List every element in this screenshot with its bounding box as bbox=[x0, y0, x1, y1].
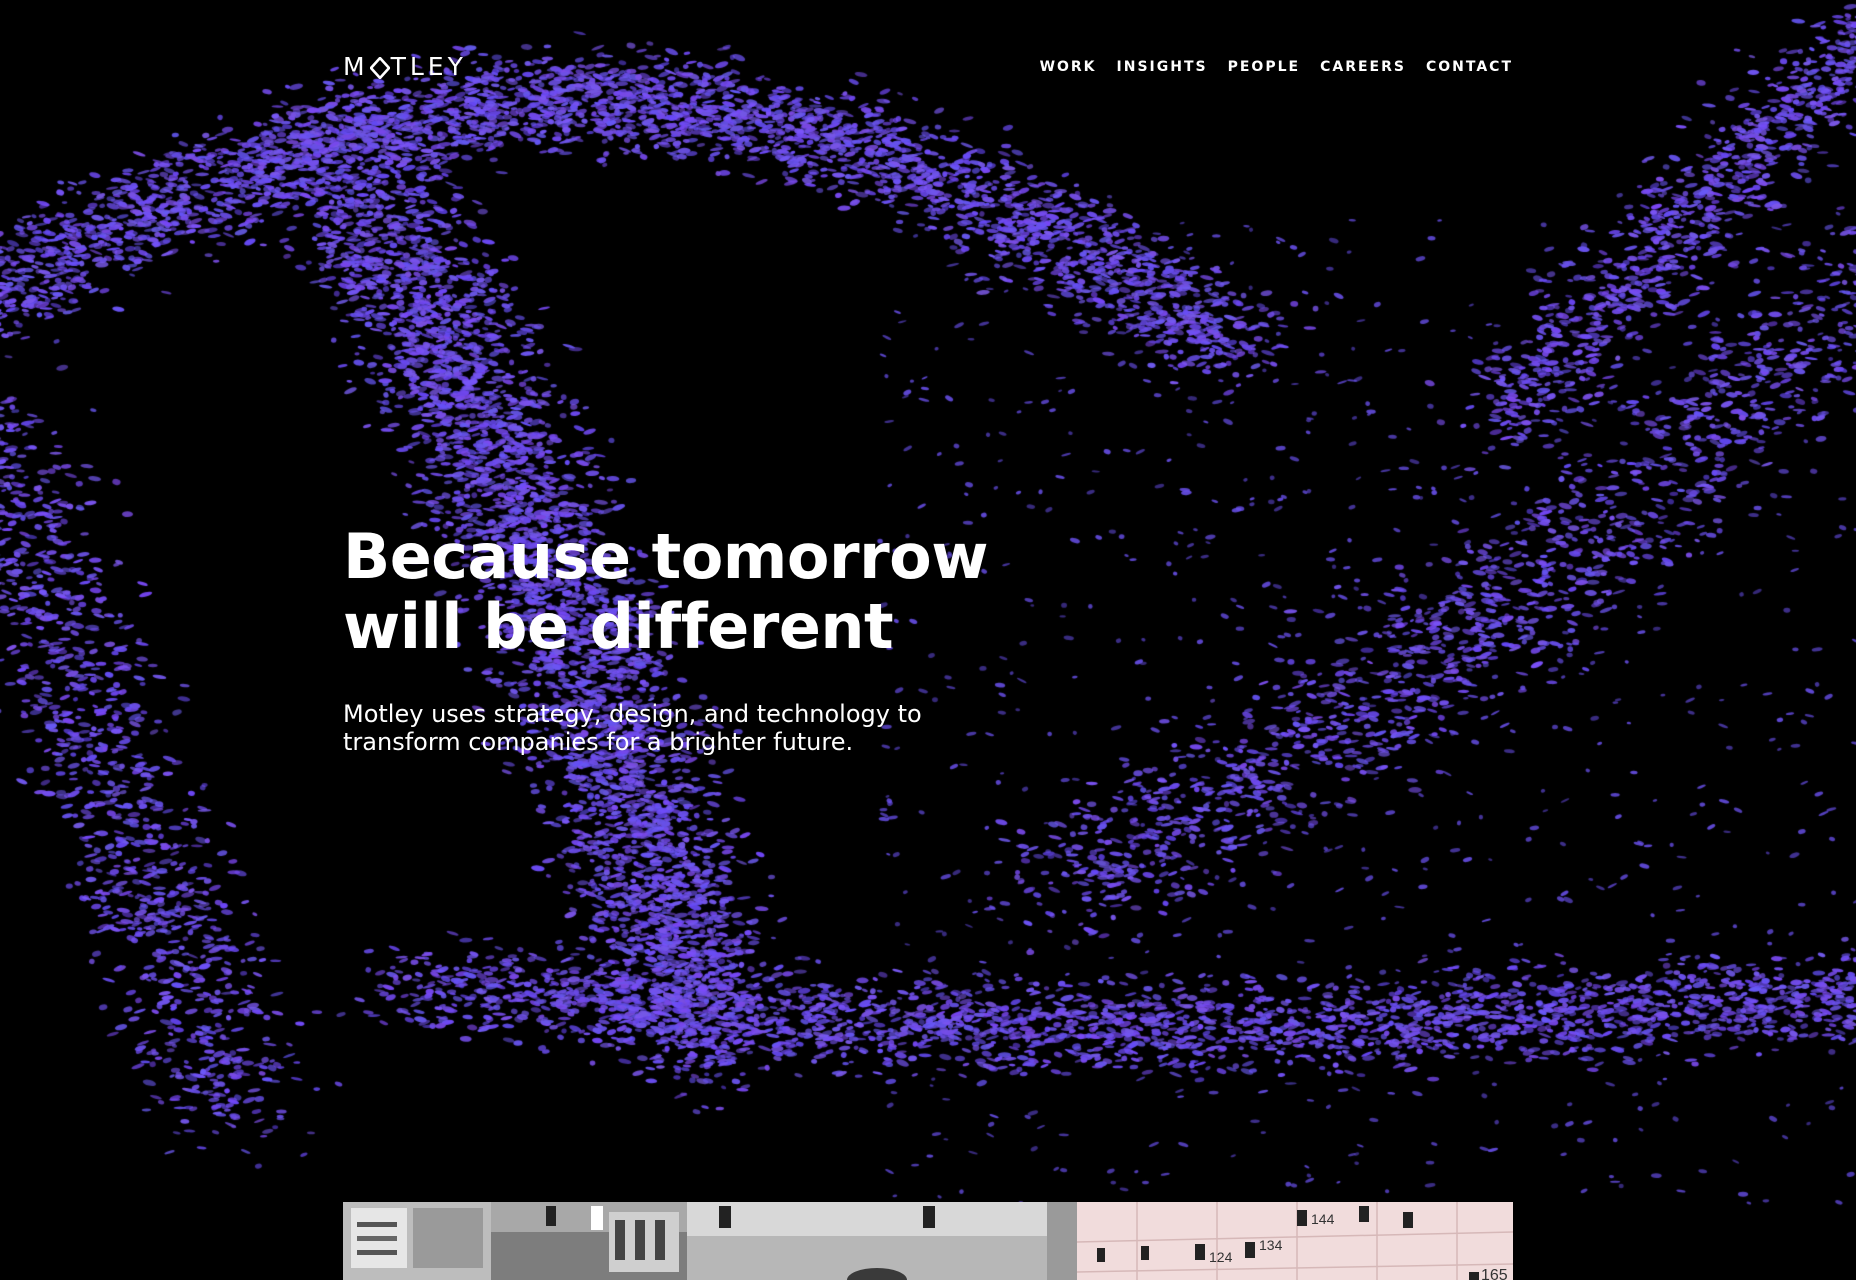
preview-image-1[interactable] bbox=[343, 1202, 491, 1280]
logo-diamond-icon bbox=[368, 56, 391, 80]
site-header: M TLEY WORK INSIGHTS PEOPLE CAREERS CONTA… bbox=[343, 52, 1513, 82]
locker-number-165: 165 bbox=[1481, 1267, 1508, 1280]
preview-image-4[interactable]: 144 134 124 165 bbox=[1077, 1202, 1513, 1280]
logo-letter-m: M bbox=[343, 52, 369, 81]
logo-letters-tley: TLEY bbox=[390, 52, 467, 81]
locker-number-144: 144 bbox=[1311, 1211, 1335, 1227]
preview-image-3[interactable] bbox=[687, 1202, 1077, 1280]
preview-image-2[interactable] bbox=[491, 1202, 687, 1280]
hero: Because tomorrow will be different Motle… bbox=[343, 520, 1063, 757]
nav-insights[interactable]: INSIGHTS bbox=[1117, 52, 1208, 82]
nav-careers[interactable]: CAREERS bbox=[1320, 52, 1406, 82]
nav-contact[interactable]: CONTACT bbox=[1426, 52, 1513, 82]
locker-number-134: 134 bbox=[1259, 1237, 1283, 1253]
nav-people[interactable]: PEOPLE bbox=[1228, 52, 1300, 82]
main-nav: WORK INSIGHTS PEOPLE CAREERS CONTACT bbox=[1020, 52, 1513, 82]
work-preview-strip[interactable]: 144 134 124 165 bbox=[343, 1202, 1513, 1280]
locker-illustration: 144 134 124 165 bbox=[1077, 1202, 1513, 1280]
hero-subtext: Motley uses strategy, design, and techno… bbox=[343, 700, 922, 756]
logo[interactable]: M TLEY bbox=[343, 52, 467, 82]
page: M TLEY WORK INSIGHTS PEOPLE CAREERS CONTA… bbox=[0, 0, 1856, 1280]
hero-headline: Because tomorrow will be different bbox=[343, 520, 989, 663]
locker-number-124: 124 bbox=[1209, 1249, 1233, 1265]
nav-work[interactable]: WORK bbox=[1040, 52, 1097, 82]
